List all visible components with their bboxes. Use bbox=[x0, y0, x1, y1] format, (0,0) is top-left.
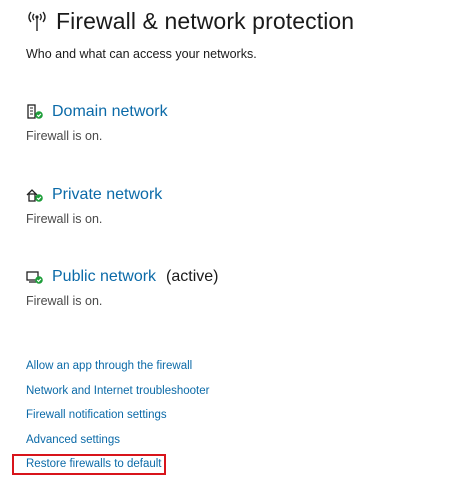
page-title: Firewall & network protection bbox=[56, 8, 355, 34]
domain-network-link[interactable]: Domain network bbox=[52, 103, 168, 121]
troubleshooter-link[interactable]: Network and Internet troubleshooter bbox=[26, 385, 209, 397]
page-header: Firewall & network protection bbox=[26, 8, 354, 35]
public-network-section[interactable]: Public network (active) bbox=[26, 268, 219, 286]
wireless-antenna-icon bbox=[28, 11, 46, 31]
notification-settings-link[interactable]: Firewall notification settings bbox=[26, 409, 167, 421]
public-network-status: Firewall is on. bbox=[26, 294, 103, 308]
public-network-link[interactable]: Public network bbox=[52, 268, 156, 286]
private-network-icon bbox=[26, 189, 43, 202]
domain-network-icon bbox=[27, 104, 43, 119]
highlight-box bbox=[12, 454, 166, 475]
public-network-icon bbox=[26, 271, 43, 284]
active-label: (active) bbox=[166, 268, 219, 285]
domain-network-section[interactable]: Domain network bbox=[26, 103, 168, 121]
advanced-settings-link[interactable]: Advanced settings bbox=[26, 434, 120, 446]
allow-app-link[interactable]: Allow an app through the firewall bbox=[26, 360, 192, 372]
private-network-section[interactable]: Private network bbox=[26, 186, 162, 204]
domain-network-status: Firewall is on. bbox=[26, 129, 103, 143]
page-subtitle: Who and what can access your networks. bbox=[26, 47, 257, 61]
private-network-status: Firewall is on. bbox=[26, 212, 103, 226]
private-network-link[interactable]: Private network bbox=[52, 186, 162, 204]
